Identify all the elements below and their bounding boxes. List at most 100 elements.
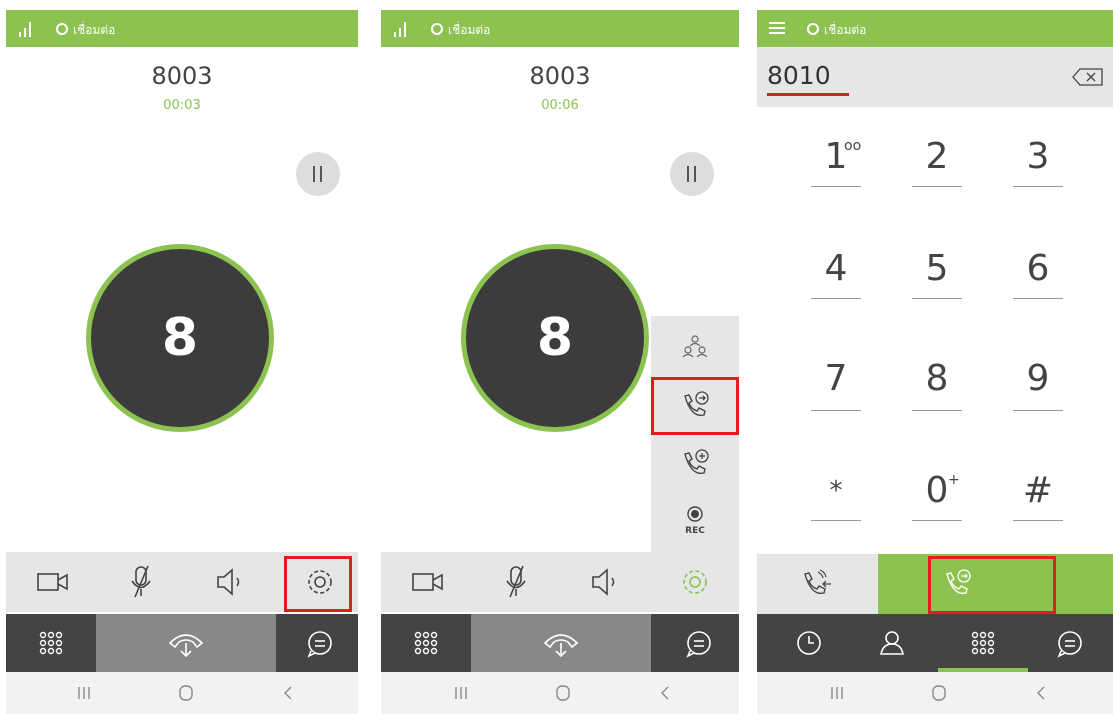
pause-icon-bar [694,166,696,182]
key-9[interactable]: 9 [1013,358,1063,399]
call-log-icon [797,631,821,655]
conference-icon [682,335,708,358]
dial-entry[interactable]: 8010 [757,47,1113,107]
keypad-button[interactable] [33,625,69,661]
call-screen-panel-1: เชื่อมต่อ 8003 00:03 8 [6,0,358,714]
settings-button[interactable] [675,562,715,602]
key-underline [912,410,962,411]
hangup-icon [543,634,579,658]
record-button[interactable]: REC [677,504,713,540]
callback-icon [804,569,831,595]
call-timer: 00:06 [541,98,579,113]
backspace-icon [1072,68,1103,86]
key-digit: 5 [925,248,949,289]
keypad-tab[interactable] [965,625,1001,661]
recents-nav-button[interactable] [74,684,94,702]
keypad-icon [39,631,63,655]
recents-nav-icon [831,687,843,699]
dialer-panel: เชื่อมต่อ 8010 1 oo 2 3 4 5 6 7 8 9 * 0 + … [757,0,1113,714]
key-digit: 6 [1026,248,1050,289]
home-nav-button[interactable] [929,684,949,702]
speaker-button[interactable] [587,562,627,602]
chat-button[interactable] [302,625,338,661]
recents-nav-icon [78,687,90,699]
mute-icon [131,565,151,598]
dialer-bottom-nav [757,614,1113,672]
menu-icon[interactable] [769,22,785,35]
mute-icon [506,565,526,598]
mute-button[interactable] [497,562,537,602]
call-bottom-bar [381,614,739,672]
chat-tab[interactable] [1052,625,1088,661]
key-hash[interactable]: # [1013,470,1063,511]
key-underline [1013,410,1063,411]
caller-avatar: 8 [86,244,274,432]
key-underline [1013,520,1063,521]
back-nav-button[interactable] [1031,684,1051,702]
callback-button[interactable] [799,566,835,602]
chat-icon [686,631,711,658]
connection-icon [56,23,68,35]
speaker-button[interactable] [212,562,252,602]
key-digit: 3 [1026,136,1050,177]
call-bottom-bar [6,614,358,672]
backspace-button[interactable] [1071,67,1105,87]
key-underline [912,186,962,187]
conference-button[interactable] [677,330,713,366]
key-underline [912,520,962,521]
key-underline [811,186,861,187]
caller-avatar: 8 [461,244,649,432]
key-digit: 8 [925,358,949,399]
pause-button[interactable] [670,152,714,196]
home-nav-button[interactable] [553,684,573,702]
key-1[interactable]: 1 oo [811,136,862,177]
android-nav-bar [381,672,739,714]
key-underline [811,410,861,411]
video-button[interactable] [409,562,449,602]
key-0[interactable]: 0 + [912,470,962,511]
home-nav-icon [556,685,570,701]
keypad-icon [971,631,995,655]
speaker-icon [592,568,615,596]
highlight-transfer [651,377,739,435]
home-nav-button[interactable] [176,684,196,702]
back-nav-button[interactable] [278,684,298,702]
recents-nav-button[interactable] [451,684,471,702]
keypad-icon [414,631,438,655]
key-plus: + [948,472,960,488]
chat-button[interactable] [681,625,717,661]
highlight-settings [284,556,352,612]
add-call-button[interactable] [677,446,713,482]
recents-nav-button[interactable] [827,684,847,702]
key-digit: 4 [824,248,848,289]
dial-number-field[interactable]: 8010 [767,61,831,90]
pause-button[interactable] [296,152,340,196]
key-8[interactable]: 8 [912,358,962,399]
call-log-tab[interactable] [791,625,827,661]
key-5[interactable]: 5 [912,248,962,289]
highlight-call-button [928,556,1056,614]
hangup-button[interactable] [96,614,276,672]
chat-icon [1057,631,1082,658]
key-underline [1013,298,1063,299]
key-3[interactable]: 3 [1013,136,1063,177]
video-button[interactable] [34,562,74,602]
mute-button[interactable] [122,562,162,602]
key-2[interactable]: 2 [912,136,962,177]
connection-status: เชื่อมต่อ [824,23,867,37]
keypad-button[interactable] [408,625,444,661]
speaker-icon [217,568,240,596]
contacts-tab[interactable] [874,625,910,661]
key-7[interactable]: 7 [811,358,861,399]
status-bar: เชื่อมต่อ [6,10,358,47]
key-6[interactable]: 6 [1013,248,1063,289]
key-digit: # [1022,470,1054,511]
chat-icon [307,631,332,658]
home-nav-icon [179,685,193,701]
key-4[interactable]: 4 [811,248,861,289]
key-star[interactable]: * [811,470,861,506]
hangup-button[interactable] [471,614,651,672]
home-nav-icon [932,685,946,701]
android-nav-bar [757,672,1113,714]
back-nav-button[interactable] [655,684,675,702]
